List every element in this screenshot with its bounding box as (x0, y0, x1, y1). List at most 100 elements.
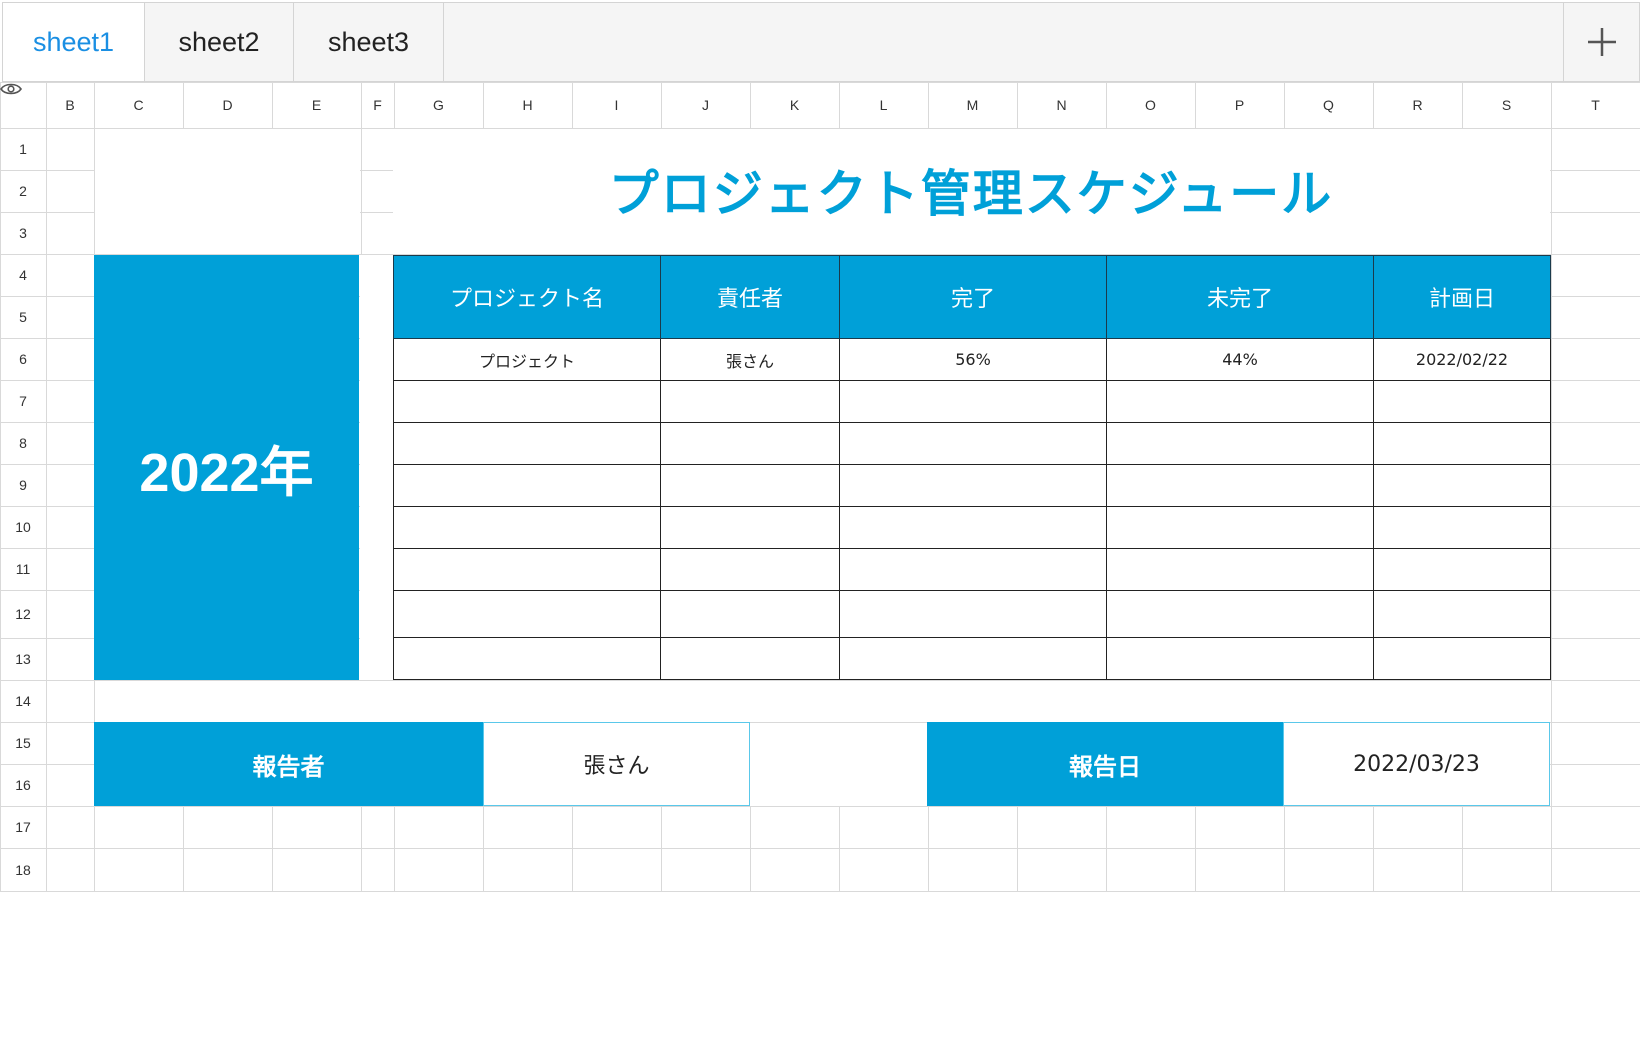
row-header[interactable]: 18 (0, 848, 46, 891)
table-cell[interactable] (840, 638, 1107, 680)
table-cell[interactable] (1374, 591, 1551, 638)
year-block[interactable]: 2022年 (94, 255, 359, 680)
tab-bar-empty-area (444, 3, 1563, 81)
table-cell[interactable] (661, 423, 840, 465)
reporter-label[interactable]: 報告者 (94, 722, 483, 806)
table-cell[interactable] (1374, 638, 1551, 680)
table-cell[interactable] (1107, 381, 1374, 423)
table-cell[interactable] (1107, 423, 1374, 465)
table-cell[interactable] (393, 423, 661, 465)
row-header[interactable]: 4 (0, 254, 46, 296)
table-cell[interactable] (661, 591, 840, 638)
table-cell[interactable] (393, 381, 661, 423)
column-header[interactable]: F (361, 82, 394, 128)
column-header[interactable]: L (839, 82, 928, 128)
table-header-cell[interactable]: プロジェクト名 (393, 255, 661, 339)
table-cell[interactable] (1107, 507, 1374, 549)
column-header[interactable]: G (394, 82, 483, 128)
row-header[interactable]: 7 (0, 380, 46, 422)
row-header[interactable]: 15 (0, 722, 46, 764)
table-cell[interactable] (661, 638, 840, 680)
column-header[interactable]: S (1462, 82, 1551, 128)
reporter-value[interactable]: 張さん (483, 722, 750, 806)
row-header[interactable]: 17 (0, 806, 46, 848)
row-header[interactable]: 3 (0, 212, 46, 254)
table-cell[interactable] (1374, 381, 1551, 423)
table-cell[interactable] (661, 549, 840, 591)
table-cell[interactable] (1107, 638, 1374, 680)
column-header[interactable]: B (46, 82, 94, 128)
row-header[interactable]: 16 (0, 764, 46, 806)
column-header[interactable]: J (661, 82, 750, 128)
row-header[interactable]: 9 (0, 464, 46, 506)
column-header[interactable]: T (1551, 82, 1640, 128)
table-header-cell[interactable]: 計画日 (1374, 255, 1551, 339)
gap-column (360, 255, 393, 680)
table-header-cell[interactable]: 未完了 (1107, 255, 1374, 339)
select-all-corner[interactable] (0, 82, 46, 128)
table-cell[interactable] (840, 591, 1107, 638)
table-header-cell[interactable]: 完了 (840, 255, 1107, 339)
table-cell[interactable] (393, 591, 661, 638)
column-header[interactable]: O (1106, 82, 1195, 128)
column-header[interactable]: Q (1284, 82, 1373, 128)
row-header[interactable]: 2 (0, 170, 46, 212)
column-header[interactable]: N (1017, 82, 1106, 128)
table-cell[interactable] (840, 549, 1107, 591)
report-gap (750, 723, 927, 806)
table-cell[interactable] (393, 549, 661, 591)
table-cell[interactable] (840, 423, 1107, 465)
tab-sheet2[interactable]: sheet2 (145, 3, 294, 81)
row-header[interactable]: 11 (0, 548, 46, 590)
table-cell[interactable] (1107, 549, 1374, 591)
sheet-tab-bar: sheet1 sheet2 sheet3 (2, 2, 1640, 82)
column-header[interactable]: I (572, 82, 661, 128)
column-header[interactable]: H (483, 82, 572, 128)
row-header[interactable]: 1 (0, 128, 46, 170)
tab-sheet1[interactable]: sheet1 (3, 3, 145, 81)
report-date-label[interactable]: 報告日 (927, 722, 1283, 806)
column-header[interactable]: M (928, 82, 1017, 128)
table-cell[interactable]: 44% (1107, 339, 1374, 381)
spacer-row (95, 681, 1550, 722)
row-header[interactable]: 13 (0, 638, 46, 680)
table-cell[interactable] (661, 381, 840, 423)
column-header[interactable]: D (183, 82, 272, 128)
table-header-cell[interactable]: 責任者 (661, 255, 840, 339)
row-header[interactable]: 14 (0, 680, 46, 722)
table-cell[interactable] (393, 465, 661, 507)
column-header[interactable]: K (750, 82, 839, 128)
row-header[interactable]: 8 (0, 422, 46, 464)
table-cell[interactable] (1374, 549, 1551, 591)
row-header[interactable]: 12 (0, 590, 46, 638)
table-cell[interactable] (840, 381, 1107, 423)
table-cell[interactable]: 2022/02/22 (1374, 339, 1551, 381)
add-sheet-button[interactable] (1563, 3, 1639, 81)
row-header[interactable]: 10 (0, 506, 46, 548)
tab-sheet3[interactable]: sheet3 (294, 3, 444, 81)
table-cell[interactable]: プロジェクト (393, 339, 661, 381)
table-cell[interactable] (661, 507, 840, 549)
table-cell[interactable] (393, 507, 661, 549)
eye-icon (0, 83, 22, 95)
column-header[interactable]: P (1195, 82, 1284, 128)
table-cell[interactable] (840, 507, 1107, 549)
table-cell[interactable] (1107, 465, 1374, 507)
table-cell[interactable] (393, 638, 661, 680)
column-header[interactable]: C (94, 82, 183, 128)
table-cell[interactable]: 張さん (661, 339, 840, 381)
sheet-title[interactable]: プロジェクト管理スケジュール (392, 128, 1550, 252)
table-cell[interactable] (1374, 423, 1551, 465)
column-header[interactable]: E (272, 82, 361, 128)
table-cell[interactable]: 56% (840, 339, 1107, 381)
spreadsheet-grid[interactable]: BCDEFGHIJKLMNOPQRST 1 2 3 4 5 6 7 8 9 10 11 12 13 14 1… (0, 82, 1640, 892)
table-cell[interactable] (840, 465, 1107, 507)
row-header[interactable]: 5 (0, 296, 46, 338)
column-header[interactable]: R (1373, 82, 1462, 128)
table-cell[interactable] (661, 465, 840, 507)
table-cell[interactable] (1374, 507, 1551, 549)
report-date-value[interactable]: 2022/03/23 (1283, 722, 1550, 806)
table-cell[interactable] (1374, 465, 1551, 507)
row-header[interactable]: 6 (0, 338, 46, 380)
table-cell[interactable] (1107, 591, 1374, 638)
